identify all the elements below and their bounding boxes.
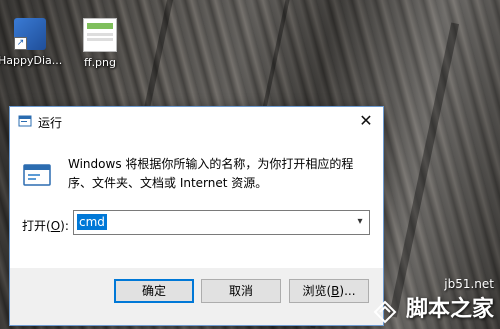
chevron-down-icon[interactable]: ▾	[351, 211, 369, 234]
site-logo-icon	[373, 300, 397, 324]
command-combobox[interactable]: cmd ▾	[73, 210, 370, 235]
command-input[interactable]: cmd	[77, 214, 107, 230]
browse-label-suffix: )...	[339, 284, 356, 298]
shortcut-app-icon: ↗	[14, 18, 46, 50]
browse-label-prefix: 浏览(	[302, 284, 332, 298]
desktop-icon-ff-png[interactable]: ff.png	[68, 18, 132, 69]
open-label-prefix: 打开(	[22, 219, 51, 233]
open-label-accesskey: O	[50, 219, 61, 233]
ok-button[interactable]: 确定	[114, 279, 194, 303]
watermark-url: jb51.net	[444, 276, 494, 291]
dialog-content: Windows 将根据你所输入的名称，为你打开相应的程序、文件夹、文档或 Int…	[10, 135, 383, 268]
dialog-description: Windows 将根据你所输入的名称，为你打开相应的程序、文件夹、文档或 Int…	[68, 157, 354, 190]
png-file-icon	[83, 18, 117, 52]
open-label: 打开(O):	[22, 217, 69, 234]
rock-streak	[388, 22, 460, 318]
open-label-suffix: ):	[60, 219, 69, 233]
watermark: jb51.net 脚本之家	[372, 277, 494, 326]
desktop-icon-happydia[interactable]: ↗ HappyDia...	[0, 18, 62, 67]
run-program-icon	[23, 164, 51, 186]
title-bar[interactable]: 运行 ✕	[10, 107, 383, 135]
desktop-icon-label: ff.png	[83, 56, 116, 69]
browse-button[interactable]: 浏览(B)...	[289, 279, 369, 303]
cancel-button[interactable]: 取消	[201, 279, 281, 303]
watermark-name: 脚本之家	[405, 295, 494, 322]
close-button[interactable]: ✕	[349, 107, 383, 135]
dialog-title: 运行	[38, 116, 63, 130]
desktop-icon-label: HappyDia...	[0, 54, 63, 67]
run-app-icon	[18, 115, 32, 127]
shortcut-arrow-icon: ↗	[14, 37, 27, 50]
run-dialog: 运行 ✕ Windows 将根据你所输入的名称，为你打开相应的程序、文件夹、文档…	[9, 106, 384, 326]
